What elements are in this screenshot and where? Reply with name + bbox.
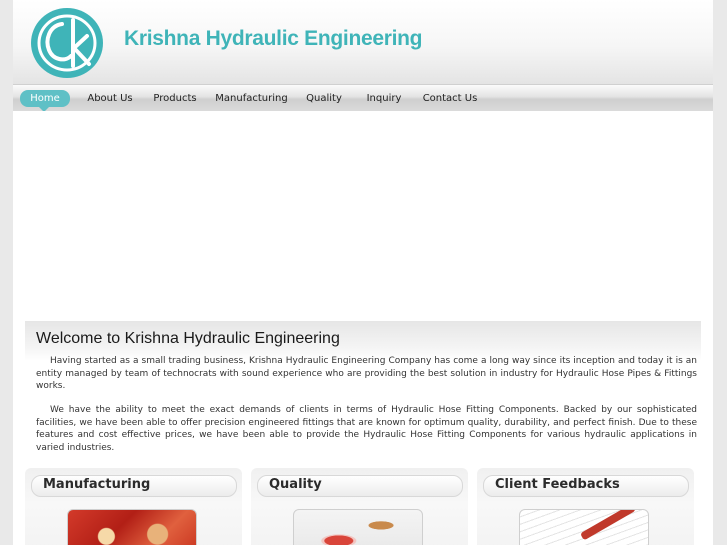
welcome-paragraph-1: Having started as a small trading busine… — [36, 356, 697, 391]
nav-products[interactable]: Products — [146, 90, 204, 107]
box-header: Quality — [257, 475, 463, 497]
quality-box: Quality — [251, 468, 468, 545]
page: Krishna Hydraulic Engineering Home About… — [13, 0, 713, 545]
hose-fittings-photo[interactable] — [67, 509, 197, 545]
nav-contact-us[interactable]: Contact Us — [418, 90, 482, 107]
nav-quality[interactable]: Quality — [300, 90, 348, 107]
welcome-title: Welcome to Krishna Hydraulic Engineering — [36, 330, 340, 347]
client-feedbacks-box: Client Feedbacks — [477, 468, 694, 545]
rubber-stamp-photo[interactable] — [293, 509, 423, 545]
main-nav: Home About Us Products Manufacturing Qua… — [13, 84, 713, 112]
box-header: Client Feedbacks — [483, 475, 689, 497]
header: Krishna Hydraulic Engineering — [13, 0, 713, 84]
pen-icon — [580, 510, 636, 541]
nav-about-us[interactable]: About Us — [81, 90, 139, 107]
box-title: Quality — [269, 477, 322, 492]
welcome-section: Welcome to Krishna Hydraulic Engineering… — [25, 321, 701, 453]
box-title: Client Feedbacks — [495, 477, 620, 492]
kh-logo[interactable] — [29, 6, 109, 80]
nav-home[interactable]: Home — [20, 90, 70, 107]
nav-manufacturing[interactable]: Manufacturing — [213, 90, 290, 107]
box-title: Manufacturing — [43, 477, 151, 492]
feedback-form-photo[interactable] — [519, 509, 649, 545]
manufacturing-box: Manufacturing — [25, 468, 242, 545]
site-title: Krishna Hydraulic Engineering — [124, 27, 423, 50]
box-header: Manufacturing — [31, 475, 237, 497]
banner-area — [13, 111, 713, 321]
welcome-paragraph-2: We have the ability to meet the exact de… — [36, 405, 697, 453]
nav-inquiry[interactable]: Inquiry — [359, 90, 409, 107]
